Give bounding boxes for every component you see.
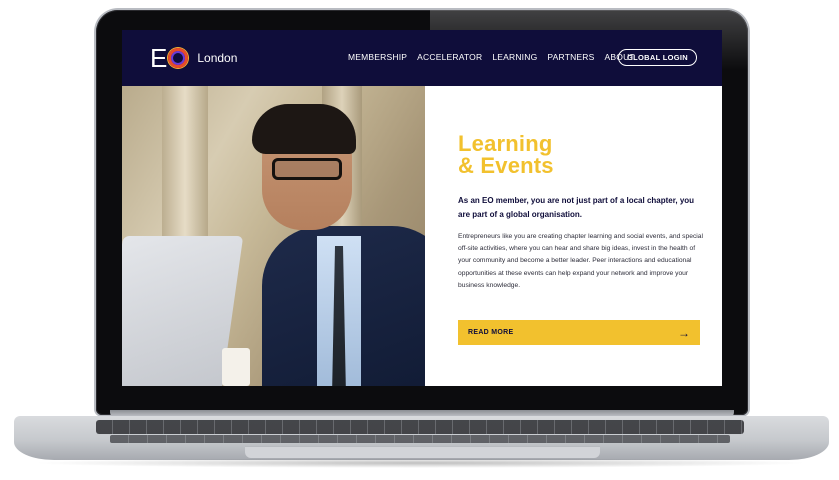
- photo-person-hair: [252, 104, 356, 154]
- section-title: Learning & Events: [458, 133, 554, 177]
- read-more-button[interactable]: READ MORE →: [458, 320, 700, 345]
- nav-item-learning[interactable]: LEARNING: [492, 52, 537, 62]
- main-menu: MEMBERSHIP ACCELERATOR LEARNING PARTNERS…: [348, 52, 635, 62]
- global-login-button[interactable]: GLOBAL LOGIN: [618, 49, 697, 66]
- laptop-mockup: E London MEMBERSHIP ACCELERATOR LEARNING…: [0, 0, 839, 480]
- drop-shadow: [30, 458, 810, 468]
- trackpad: [245, 446, 600, 458]
- nav-item-membership[interactable]: MEMBERSHIP: [348, 52, 407, 62]
- read-more-label: READ MORE: [468, 329, 514, 336]
- laptop-screen: E London MEMBERSHIP ACCELERATOR LEARNING…: [122, 30, 722, 386]
- photo-coffee-cup: [222, 348, 250, 386]
- eo-logo[interactable]: E London: [150, 43, 238, 73]
- logo-ring-icon: [168, 48, 189, 68]
- title-line-1: Learning: [458, 131, 553, 156]
- lead-paragraph: As an EO member, you are not just part o…: [458, 196, 695, 219]
- site-navbar: E London MEMBERSHIP ACCELERATOR LEARNING…: [122, 30, 722, 86]
- logo-city-label: London: [197, 51, 238, 65]
- photo-person-glasses: [272, 158, 342, 180]
- title-line-2: & Events: [458, 153, 554, 178]
- keyboard-row: [110, 435, 730, 443]
- arrow-right-icon: →: [678, 325, 690, 340]
- keyboard-row: [96, 420, 744, 434]
- hero-photo: [122, 86, 425, 386]
- learning-events-section: Learning & Events As an EO member, you a…: [425, 86, 722, 386]
- nav-item-accelerator[interactable]: ACCELERATOR: [417, 52, 482, 62]
- body-paragraph: Entrepreneurs like you are creating chap…: [458, 233, 703, 289]
- logo-letter: E: [150, 43, 167, 73]
- nav-item-partners[interactable]: PARTNERS: [547, 52, 594, 62]
